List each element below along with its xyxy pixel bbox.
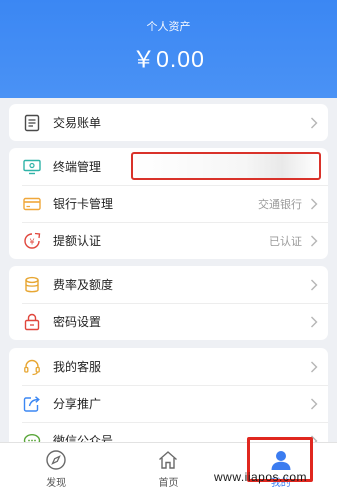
menu-item-service-label: 我的客服 — [53, 360, 102, 374]
chevron-right-icon — [311, 117, 318, 128]
menu-item-terminal[interactable]: 终端管理 — [9, 148, 328, 185]
lock-icon — [22, 312, 42, 332]
menu-item-password-label: 密码设置 — [53, 315, 102, 329]
coin-stack-icon — [22, 275, 42, 295]
menu-item-bankcard-label: 银行卡管理 — [53, 197, 114, 211]
svg-text:¥: ¥ — [29, 237, 34, 246]
yuan-badge-icon: ¥ — [22, 231, 42, 251]
tab-discover[interactable]: 发现 — [0, 443, 112, 490]
menu-item-bankcard-value: 交通银行 — [258, 197, 302, 211]
compass-icon — [46, 450, 66, 470]
chevron-right-icon — [311, 235, 318, 246]
document-icon — [22, 113, 42, 133]
tab-discover-label: 发现 — [46, 478, 67, 489]
menu-item-rates-label: 费率及额度 — [53, 278, 114, 292]
home-icon — [159, 451, 178, 469]
account-card: 终端管理 银行卡管理 交通银行 ¥ 提额认证 已认证 — [9, 148, 328, 259]
headset-icon — [22, 357, 42, 377]
menu-item-share[interactable]: 分享推广 — [9, 385, 328, 422]
bill-card: 交易账单 — [9, 104, 328, 141]
menu-item-withdraw-auth-label: 提额认证 — [53, 234, 102, 248]
chevron-right-icon — [311, 398, 318, 409]
terminal-highlight-box — [131, 152, 321, 180]
card-icon — [22, 194, 42, 214]
asset-header: 个人资产 ￥0.00 — [0, 0, 337, 98]
asset-label: 个人资产 — [146, 20, 191, 33]
chevron-right-icon — [311, 316, 318, 327]
menu-item-rates[interactable]: 费率及额度 — [9, 266, 328, 303]
menu-item-bill[interactable]: 交易账单 — [9, 104, 328, 141]
menu-item-password[interactable]: 密码设置 — [9, 303, 328, 340]
monitor-icon — [22, 157, 42, 177]
menu-item-withdraw-auth[interactable]: ¥ 提额认证 已认证 — [9, 222, 328, 259]
menu-item-withdraw-auth-value: 已认证 — [269, 234, 302, 248]
site-watermark: www.iiapos.com — [214, 470, 308, 484]
menu-item-share-label: 分享推广 — [53, 397, 102, 411]
asset-amount: ￥0.00 — [132, 46, 205, 72]
chevron-right-icon — [311, 361, 318, 372]
settings-card: 费率及额度 密码设置 — [9, 266, 328, 340]
share-arrow-icon — [22, 394, 42, 414]
chevron-right-icon — [311, 198, 318, 209]
menu-item-bankcard[interactable]: 银行卡管理 交通银行 — [9, 185, 328, 222]
tab-home[interactable]: 首页 — [112, 443, 224, 490]
menu-item-service[interactable]: 我的客服 — [9, 348, 328, 385]
chevron-right-icon — [311, 279, 318, 290]
menu-item-bill-label: 交易账单 — [53, 116, 102, 130]
tab-home-label: 首页 — [158, 478, 179, 489]
